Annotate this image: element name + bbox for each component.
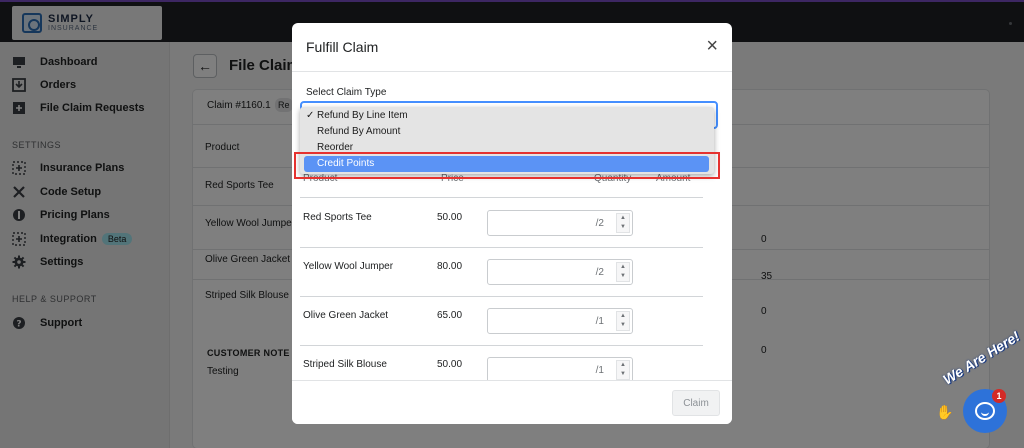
table-divider [300,296,703,297]
stepper-arrows[interactable]: ▲ ▼ [616,311,630,331]
fulfill-claim-modal: Fulfill Claim × Select Claim Type Produc… [292,23,732,424]
quantity-max: /2 [595,218,604,229]
chevron-up-icon[interactable]: ▲ [617,361,629,370]
product-price: 65.00 [437,310,463,321]
chat-bubble-icon [975,402,995,420]
modal-footer: Claim [292,380,732,424]
option-refund-by-amount[interactable]: Refund By Amount [300,124,714,140]
modal-title: Fulfill Claim [306,39,379,55]
product-name: Red Sports Tee [303,212,372,223]
stepper-arrows[interactable]: ▲ ▼ [616,360,630,380]
quantity-max: /2 [595,267,604,278]
product-price: 50.00 [437,359,463,370]
product-name: Olive Green Jacket [303,310,389,321]
option-label: Refund By Line Item [317,110,408,121]
product-name: Striped Silk Blouse [303,359,387,370]
quantity-max: /1 [595,316,604,327]
chevron-up-icon[interactable]: ▲ [617,263,629,272]
chevron-up-icon[interactable]: ▲ [617,312,629,321]
chevron-up-icon[interactable]: ▲ [617,214,629,223]
table-divider [300,197,703,198]
checkmark-icon: ✓ [306,110,315,121]
close-icon[interactable]: × [706,36,718,56]
product-price: 80.00 [437,261,463,272]
option-label: Refund By Amount [317,126,401,137]
quantity-max: /1 [595,365,604,376]
quantity-stepper[interactable]: /2 ▲ ▼ [487,210,633,236]
chevron-down-icon[interactable]: ▼ [617,223,629,232]
chevron-down-icon[interactable]: ▼ [617,321,629,330]
claim-button[interactable]: Claim [672,390,720,416]
table-divider [300,247,703,248]
chevron-down-icon[interactable]: ▼ [617,272,629,281]
select-claim-type-label: Select Claim Type [306,87,387,98]
unread-count-badge: 1 [992,389,1006,403]
quantity-stepper[interactable]: /1 ▲ ▼ [487,308,633,334]
table-divider [300,345,703,346]
product-price: 50.00 [437,212,463,223]
option-refund-by-line-item[interactable]: ✓ Refund By Line Item [300,108,714,124]
quantity-stepper[interactable]: /2 ▲ ▼ [487,259,633,285]
stepper-arrows[interactable]: ▲ ▼ [616,213,630,233]
waving-hand-icon: ✋ [936,404,954,420]
modal-divider [292,71,732,72]
chevron-down-icon[interactable]: ▼ [617,370,629,379]
stepper-arrows[interactable]: ▲ ▼ [616,262,630,282]
annotation-highlight-box [294,152,720,179]
product-name: Yellow Wool Jumper [303,261,394,272]
